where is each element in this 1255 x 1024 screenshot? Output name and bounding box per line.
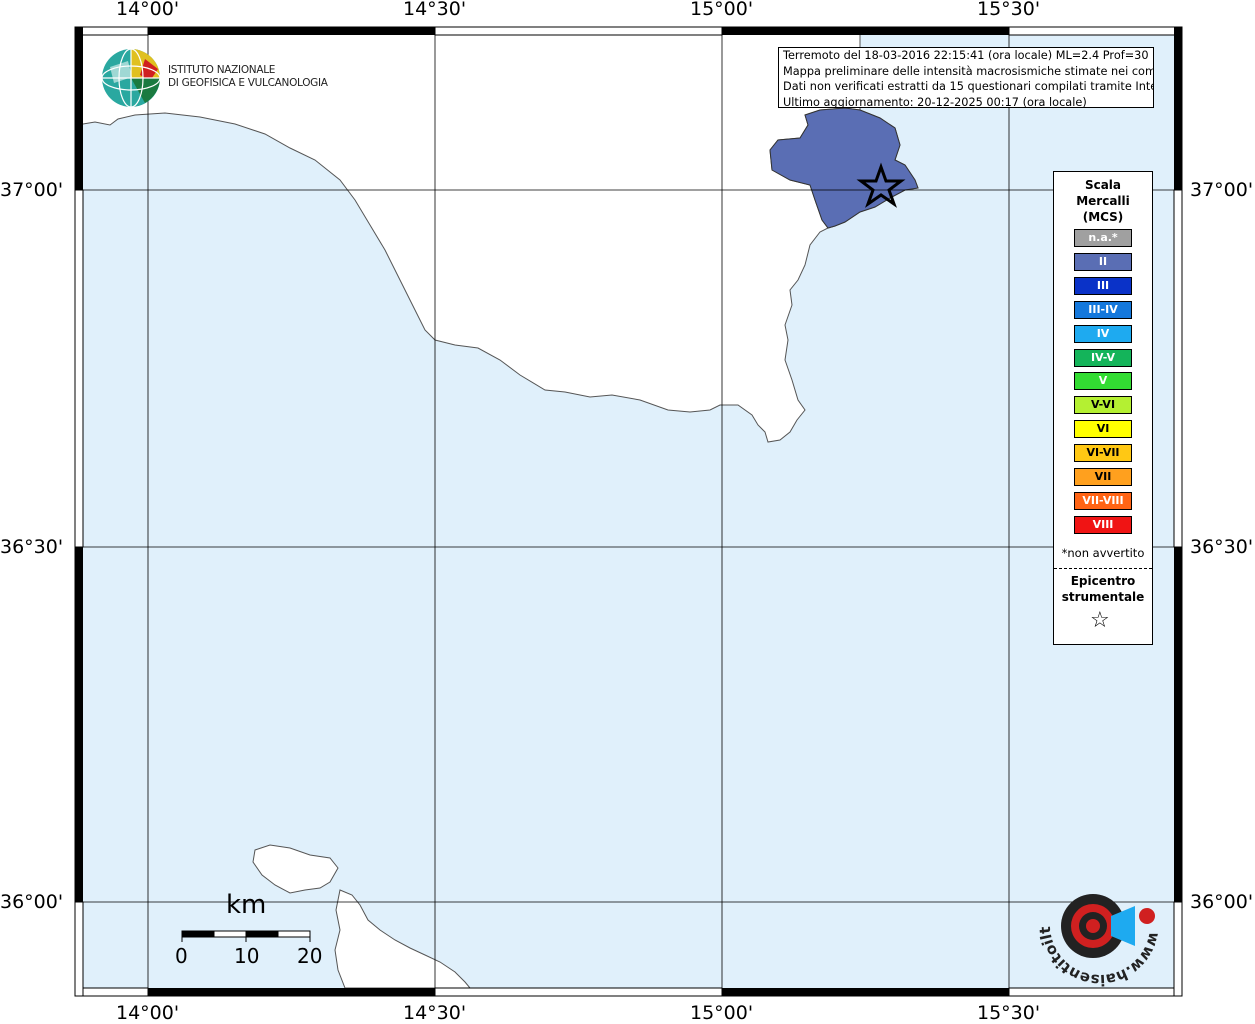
haisentito-logo: www.haisentitoilterremoto.it — [1027, 846, 1165, 990]
haisentito-target-icon: www.haisentitoilterremoto.it — [1027, 846, 1163, 989]
event-info-line: Mappa preliminare delle intensità macros… — [783, 64, 1154, 78]
legend-item: III-IV — [1074, 300, 1132, 319]
lon-label-bottom: 15°30' — [977, 1002, 1041, 1024]
legend-epicenter-line2: strumentale — [1061, 590, 1145, 604]
legend-item: II — [1074, 252, 1132, 271]
event-info-line: Dati non verificati estratti da 15 quest… — [783, 80, 1154, 93]
scale-tick-label: 20 — [297, 944, 323, 968]
institute-name-line1: ISTITUTO NAZIONALE — [168, 64, 276, 76]
institute-name: ISTITUTO NAZIONALE DI GEOFISICA E VULCAN… — [168, 64, 328, 90]
event-info-line: Terremoto del 18-03-2016 22:15:41 (ora l… — [783, 49, 1154, 62]
legend-note: *non avvertito — [1061, 546, 1145, 560]
legend-epicenter-line1: Epicentro — [1070, 574, 1136, 588]
lon-label-bottom: 14°30' — [403, 1002, 467, 1024]
ingv-logo: ISTITUTO NAZIONALE DI GEOFISICA E VULCAN… — [100, 47, 328, 109]
lon-label-top: 14°00' — [116, 0, 180, 20]
legend-item: IV — [1074, 324, 1132, 343]
event-info-box: Terremoto del 18-03-2016 22:15:41 (ora l… — [778, 47, 1154, 108]
legend-star-icon: ☆ — [1090, 608, 1110, 633]
legend-epicenter-label: Epicentro strumentale — [1054, 573, 1152, 605]
legend-title-line2: Mercalli — [1076, 194, 1130, 208]
institute-name-line2: DI GEOFISICA E VULCANOLOGIA — [168, 77, 328, 89]
event-info-line: Ultimo aggiornamento: 20-12-2025 00:17 (… — [783, 95, 1087, 108]
legend-item: V-VI — [1074, 396, 1132, 415]
mcs-legend: Scala Mercalli (MCS) n.a.* II III III-IV IV I… — [1053, 171, 1153, 645]
legend-item: n.a.* — [1074, 229, 1132, 247]
lon-label-top: 15°00' — [690, 0, 754, 20]
legend-item: III — [1074, 276, 1132, 295]
lat-label-left: 36°30' — [0, 536, 64, 558]
legend-title-line1: Scala — [1084, 178, 1122, 192]
legend-item: VI-VII — [1074, 444, 1132, 463]
lat-label-right: 36°30' — [1190, 536, 1254, 558]
scale-tick-label: 10 — [234, 944, 260, 968]
legend-item: VI — [1074, 420, 1132, 439]
lon-label-top: 14°30' — [403, 0, 467, 20]
legend-divider — [1054, 568, 1152, 569]
lat-label-right: 36°00' — [1190, 891, 1254, 913]
legend-item: VIII — [1074, 515, 1132, 534]
legend-title: Scala Mercalli (MCS) — [1054, 177, 1152, 225]
lat-label-right: 37°00' — [1190, 179, 1254, 201]
legend-item: IV-V — [1074, 348, 1132, 367]
lon-label-bottom: 15°00' — [690, 1002, 754, 1024]
legend-title-line3: (MCS) — [1082, 210, 1124, 224]
lon-label-top: 15°30' — [977, 0, 1041, 20]
lat-label-left: 37°00' — [0, 179, 64, 201]
legend-item: V — [1074, 372, 1132, 391]
lon-label-bottom: 14°00' — [116, 1002, 180, 1024]
scale-unit: km — [226, 890, 267, 920]
legend-item: VII-VIII — [1074, 491, 1132, 510]
scale-tick-label: 0 — [175, 944, 188, 968]
ingv-globe-icon — [101, 48, 161, 108]
legend-item: VII — [1074, 468, 1132, 486]
scale-bar: km 0 10 20 — [172, 890, 332, 970]
lat-label-left: 36°00' — [0, 891, 64, 913]
